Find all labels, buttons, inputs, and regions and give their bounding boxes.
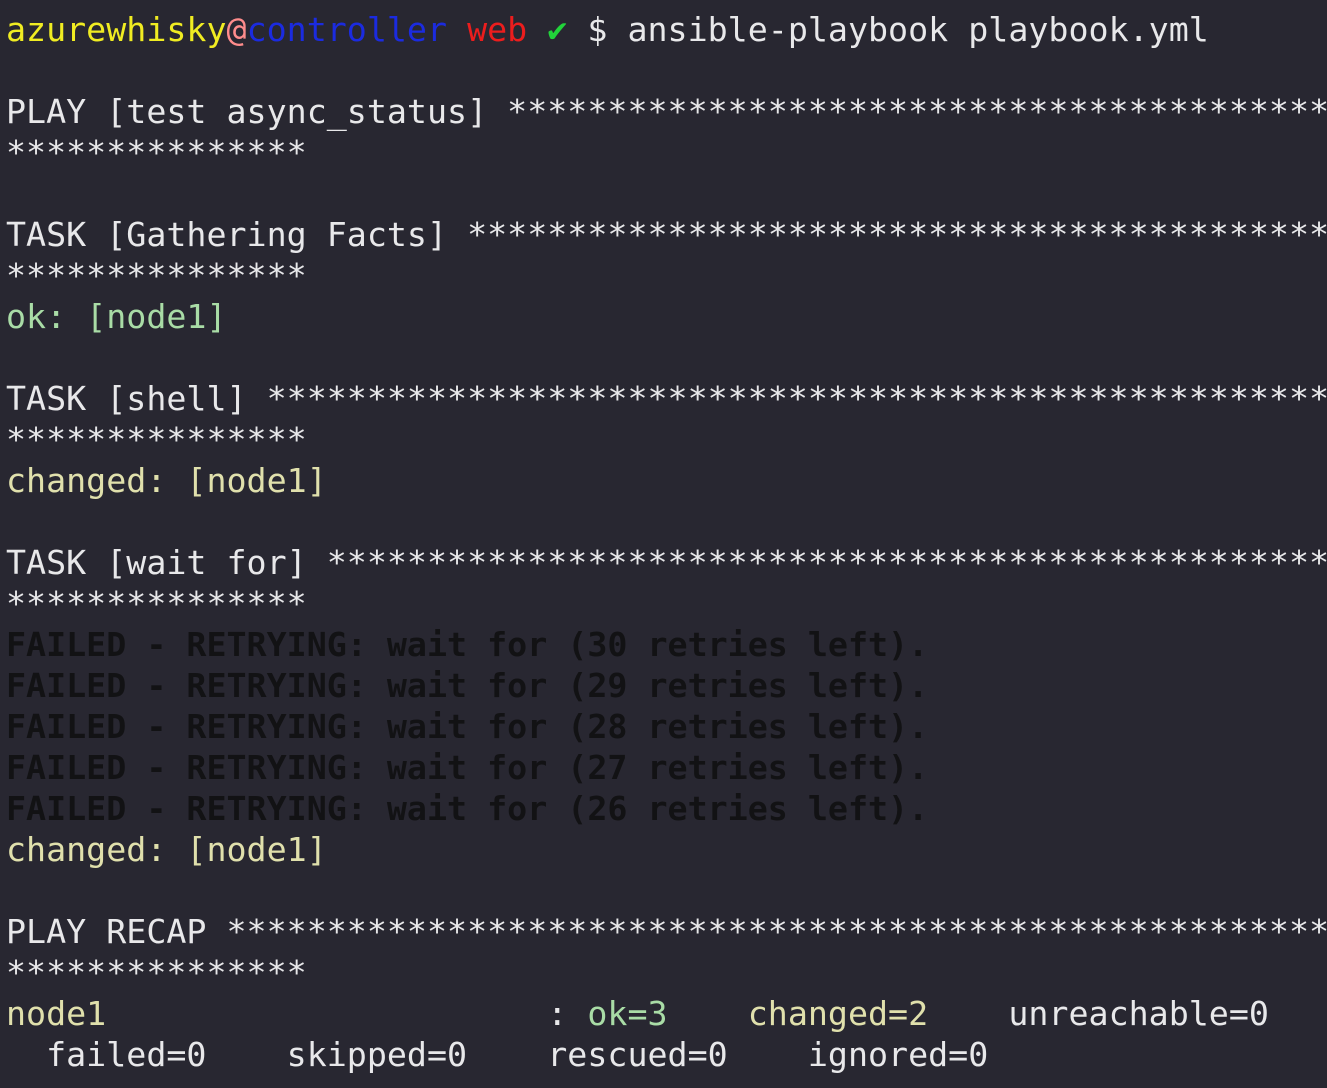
prompt-command: ansible-playbook playbook.yml: [627, 10, 1209, 49]
retry-line: FAILED - RETRYING: wait for (26 retries …: [6, 789, 929, 828]
retry-line: FAILED - RETRYING: wait for (28 retries …: [6, 707, 929, 746]
retry-line: FAILED - RETRYING: wait for (30 retries …: [6, 625, 929, 664]
prompt-symbol: $: [587, 10, 608, 49]
task-header-wrap: ***************: [6, 420, 307, 459]
task-header-wait-for: TASK [wait for] ************************…: [6, 543, 1327, 582]
task-header-shell: TASK [shell] ***************************…: [6, 379, 1327, 418]
task-header-gathering-facts: TASK [Gathering Facts] *****************…: [6, 215, 1327, 254]
retry-line: FAILED - RETRYING: wait for (29 retries …: [6, 666, 929, 705]
prompt-status-check-icon: ✔: [547, 10, 568, 49]
play-header-wrap: ***************: [6, 133, 307, 172]
task-header-wrap: ***************: [6, 584, 307, 623]
recap-header: PLAY RECAP *****************************…: [6, 912, 1327, 951]
recap-host-line: node1 : ok=3 changed=2 unreachable=0: [6, 993, 1327, 1034]
prompt-host: controller: [246, 10, 448, 49]
prompt-at: @: [226, 10, 247, 49]
recap-gap: [668, 994, 748, 1033]
shell-prompt-line: azurewhisky@controller web ✔ $ ansible-p…: [6, 9, 1327, 50]
terminal-window[interactable]: azurewhisky@controller web ✔ $ ansible-p…: [0, 9, 1327, 1088]
task-result-changed: changed: [node1]: [6, 830, 327, 869]
prompt-git-branch: web: [467, 10, 528, 49]
recap-header-wrap: ***************: [6, 953, 307, 992]
recap-host: node1: [6, 994, 107, 1033]
task-result-ok: ok: [node1]: [6, 297, 227, 336]
play-header: PLAY [test async_status] ***************…: [6, 92, 1327, 131]
recap-stats-line: failed=0 skipped=0 rescued=0 ignored=0: [6, 1035, 989, 1074]
task-result-changed: changed: [node1]: [6, 461, 327, 500]
recap-changed: changed=2: [747, 994, 929, 1033]
recap-ok: ok=3: [587, 994, 668, 1033]
recap-unreachable: unreachable=0: [1008, 994, 1269, 1033]
prompt-user: azurewhisky: [6, 10, 227, 49]
recap-separator: :: [106, 994, 588, 1033]
recap-gap: [928, 994, 1008, 1033]
task-header-wrap: ***************: [6, 256, 307, 295]
retry-line: FAILED - RETRYING: wait for (27 retries …: [6, 748, 929, 787]
